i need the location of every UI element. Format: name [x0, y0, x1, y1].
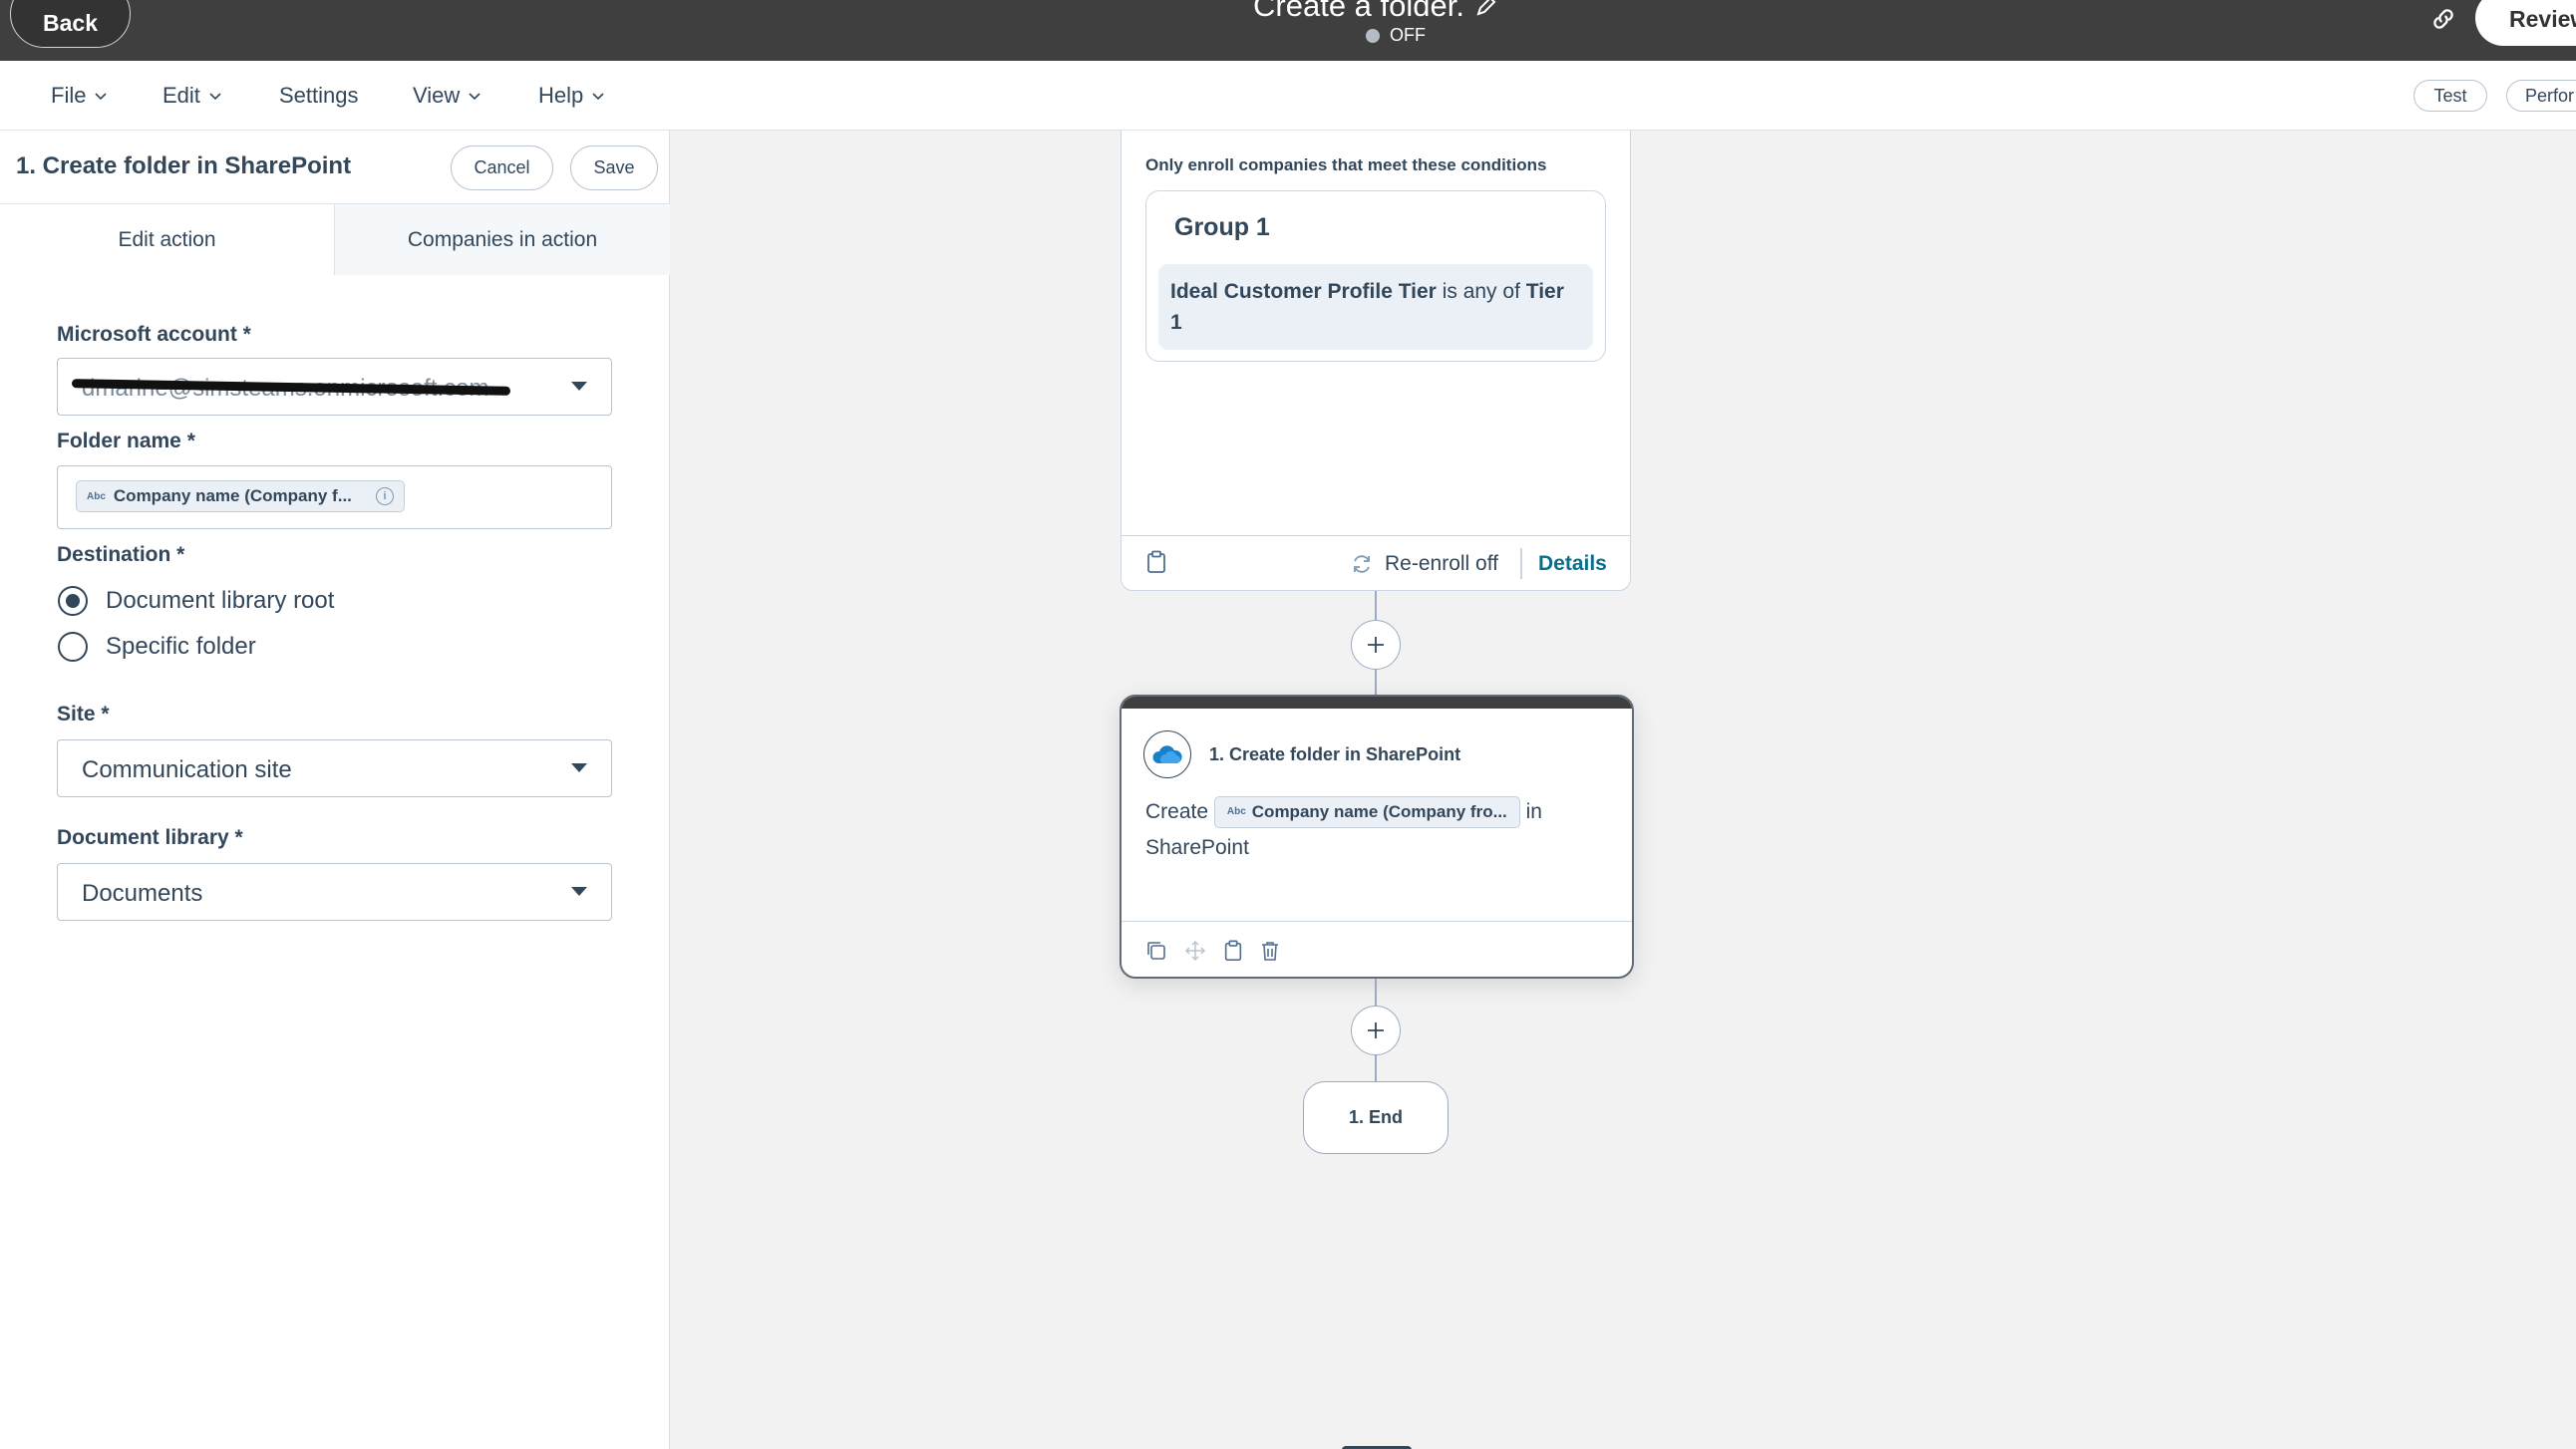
radio-specific-folder[interactable]: Specific folder [58, 632, 256, 662]
tab-companies-in-action[interactable]: Companies in action [334, 204, 670, 275]
status-text: OFF [1390, 25, 1426, 45]
plus-icon [1368, 1022, 1384, 1038]
action-body-line2: SharePoint [1145, 836, 1249, 859]
group-title: Group 1 [1174, 213, 1270, 241]
document-library-label: Document library * [57, 826, 243, 849]
menu-help[interactable]: Help [538, 61, 605, 131]
end-node[interactable]: 1. End [1303, 1081, 1449, 1154]
test-button[interactable]: Test [2414, 80, 2487, 112]
menu-file-label: File [51, 83, 87, 108]
action-card-title: 1. Create folder in SharePoint [1209, 744, 1461, 764]
chevron-down-icon [592, 93, 604, 101]
destination-label: Destination * [57, 543, 185, 566]
condition-filter: Ideal Customer Profile Tier is any of Ti… [1158, 264, 1593, 350]
caret-down-icon [571, 887, 587, 896]
trigger-card-footer: Re-enroll off Details [1122, 535, 1630, 590]
action-card-header-bar [1122, 697, 1632, 709]
text-type-icon: Abc [87, 490, 106, 502]
company-name-token: Abc Company name (Company fro... [1213, 796, 1520, 829]
edit-action-panel: 1. Create folder in SharePoint Cancel Sa… [0, 131, 670, 1449]
trash-icon[interactable] [1259, 940, 1281, 962]
tab-edit-action[interactable]: Edit action [0, 204, 334, 275]
reenroll-toggle[interactable]: Re-enroll off [1351, 536, 1498, 591]
document-library-select[interactable]: Documents [57, 863, 612, 921]
details-link[interactable]: Details [1538, 536, 1607, 591]
action-card-create-folder[interactable]: 1. Create folder in SharePoint Create Ab… [1120, 695, 1634, 979]
sharepoint-icon [1143, 730, 1191, 778]
status-dot-icon [1366, 28, 1380, 43]
action-body-prefix: Create [1145, 800, 1209, 823]
pencil-edit-icon[interactable] [1474, 0, 1498, 18]
folder-name-token[interactable]: Abc Company name (Company f... i [76, 480, 405, 512]
add-action-button[interactable] [1351, 620, 1401, 670]
folder-name-label: Folder name * [57, 430, 195, 452]
move-icon[interactable] [1184, 940, 1206, 962]
enroll-conditions-text: Only enroll companies that meet these co… [1145, 155, 1547, 174]
workflow-title[interactable]: Create a folder. [1196, 0, 1555, 24]
radio-document-library-root[interactable]: Document library root [58, 586, 334, 616]
footer-divider [1520, 548, 1522, 579]
microsoft-account-label: Microsoft account * [57, 323, 251, 346]
save-button[interactable]: Save [570, 145, 658, 190]
performance-button[interactable]: Perfor [2506, 80, 2576, 112]
chevron-down-icon [95, 93, 108, 101]
link-icon[interactable] [2429, 5, 2457, 33]
workflow-status: OFF [1336, 25, 1455, 46]
reenroll-label: Re-enroll off [1385, 551, 1499, 575]
menu-settings-label: Settings [279, 83, 359, 108]
radio-document-library-root-label: Document library root [106, 587, 335, 614]
condition-property: Ideal Customer Profile Tier [1170, 280, 1437, 303]
menu-view[interactable]: View [413, 61, 482, 131]
plus-icon [1368, 637, 1384, 653]
panel-tabs: Edit action Companies in action [0, 203, 670, 275]
chevron-down-icon [209, 93, 221, 101]
condition-group: Group 1 Ideal Customer Profile Tier is a… [1145, 190, 1606, 362]
copy-icon[interactable] [1145, 940, 1167, 962]
top-bar: Back Create a folder. OFF Review [0, 0, 2576, 61]
clipboard-icon[interactable] [1145, 550, 1167, 574]
enrollment-trigger-card[interactable]: Only enroll companies that meet these co… [1121, 131, 1631, 591]
menu-bar: File Edit Settings View Help [0, 61, 2576, 131]
microsoft-account-select[interactable]: dmarine@simsteams.onmicrosoft.com [57, 358, 612, 416]
caret-down-icon [571, 763, 587, 772]
menu-help-label: Help [538, 83, 584, 108]
add-action-button[interactable] [1351, 1006, 1401, 1055]
menu-view-label: View [413, 83, 461, 108]
site-label: Site * [57, 703, 110, 725]
back-button[interactable]: Back [10, 0, 131, 48]
caret-down-icon [571, 382, 587, 391]
action-body-suffix: in [1525, 800, 1542, 823]
document-library-value: Documents [82, 880, 203, 907]
refresh-icon [1354, 554, 1370, 573]
radio-specific-folder-label: Specific folder [106, 633, 256, 660]
company-name-token-label: Company name (Company fro... [1251, 802, 1507, 822]
chevron-down-icon [469, 93, 481, 101]
review-button[interactable]: Review [2475, 0, 2576, 46]
folder-name-token-label: Company name (Company f... [113, 486, 352, 505]
site-value: Communication site [82, 756, 292, 783]
workflow-title-text: Create a folder. [1253, 0, 1464, 23]
condition-operator: is any of [1442, 280, 1520, 303]
clipboard-icon[interactable] [1222, 940, 1244, 962]
panel-title: 1. Create folder in SharePoint [16, 152, 352, 179]
menu-file[interactable]: File [51, 61, 108, 131]
folder-name-field[interactable]: Abc Company name (Company f... i [57, 465, 612, 529]
radio-unselected-icon[interactable] [58, 632, 88, 662]
cancel-button[interactable]: Cancel [451, 145, 553, 190]
action-card-body: Create Abc Company name (Company fro... … [1145, 794, 1604, 866]
text-type-icon: Abc [1226, 806, 1246, 818]
radio-selected-icon[interactable] [58, 586, 88, 616]
info-icon[interactable]: i [376, 487, 394, 505]
menu-settings[interactable]: Settings [279, 61, 359, 131]
menu-edit[interactable]: Edit [162, 61, 222, 131]
action-card-footer [1122, 921, 1632, 977]
site-select[interactable]: Communication site [57, 739, 612, 797]
menu-edit-label: Edit [162, 83, 200, 108]
